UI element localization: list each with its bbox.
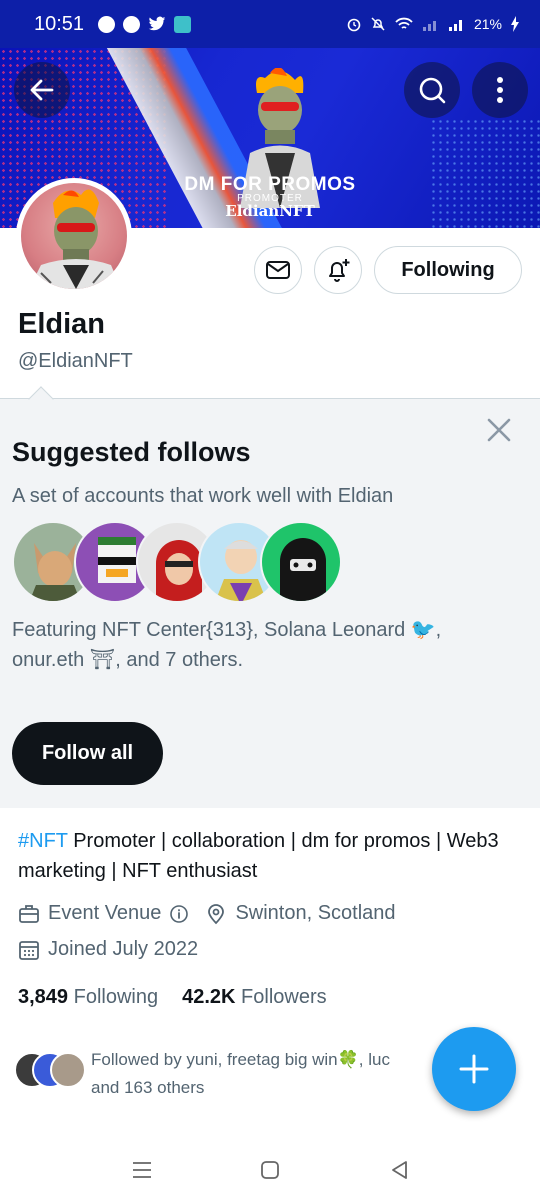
followed-by-section[interactable]: Followed by yuni, freetag big win🍀, luc …: [14, 1046, 444, 1106]
panel-caret: [28, 386, 54, 412]
follow-all-button[interactable]: Follow all: [12, 722, 163, 785]
suggested-follows-description: A set of accounts that work well with El…: [12, 485, 394, 507]
briefcase-icon: [19, 904, 39, 923]
followers-count: 42.2K: [182, 986, 236, 1008]
followed-by-avatar: [50, 1052, 86, 1088]
back-nav-icon[interactable]: [388, 1158, 412, 1182]
status-notification-icons: [98, 15, 192, 33]
followed-by-text: Followed by yuni, freetag big win🍀, luc …: [91, 1046, 441, 1102]
bell-plus-icon: [329, 259, 350, 282]
status-time: 10:51: [34, 12, 85, 35]
signal-icon-2: [448, 20, 462, 31]
following-count-link[interactable]: 3,849 Following: [18, 986, 158, 1009]
search-button[interactable]: [404, 62, 460, 118]
followers-count-label: Followers: [241, 986, 327, 1008]
suggested-follows-title: Suggested follows: [12, 437, 251, 467]
following-button[interactable]: Following: [374, 246, 522, 294]
following-count-label: Following: [73, 986, 159, 1008]
message-button[interactable]: [254, 246, 302, 294]
followed-by-line-2: and 163 others: [91, 1078, 205, 1097]
alarm-icon: [347, 18, 361, 32]
status-bar: 10:51 21%: [0, 0, 540, 48]
battery-level: 21%: [473, 16, 502, 32]
bio-text: Promoter | collaboration | dm for promos…: [18, 830, 499, 882]
messenger-icon: [98, 15, 116, 33]
notifications-button[interactable]: [314, 246, 362, 294]
recent-apps-icon[interactable]: [130, 1158, 154, 1182]
charging-icon: [511, 16, 519, 32]
mute-icon: [371, 17, 385, 31]
status-system-icons: 21%: [346, 16, 520, 32]
profile-display-name: Eldian: [18, 308, 106, 340]
compose-tweet-button[interactable]: [432, 1027, 516, 1111]
mail-icon: [266, 261, 290, 279]
arrow-left-icon: [30, 79, 54, 101]
profile-counts: 3,849 Following 42.2K Followers: [18, 986, 327, 1009]
back-button[interactable]: [14, 62, 70, 118]
profile-meta-row: Event Venue Swinton, Scotland: [18, 902, 396, 925]
profile-handle: @EldianNFT: [18, 350, 133, 372]
home-icon[interactable]: [258, 1158, 282, 1182]
twitter-icon: [148, 16, 166, 31]
avatar-image: [21, 183, 127, 289]
suggested-featuring-text: Featuring NFT Center{313}, Solana Leonar…: [12, 619, 442, 671]
signal-icon: [422, 21, 436, 31]
profile-location: Swinton, Scotland: [235, 902, 396, 924]
info-icon[interactable]: [169, 904, 189, 924]
following-count: 3,849: [18, 986, 69, 1008]
bio-hashtag-link[interactable]: #NFT: [18, 830, 68, 852]
location-pin-icon: [208, 903, 225, 924]
followed-by-line-1: Followed by yuni, freetag big win🍀, luc: [91, 1050, 390, 1069]
profile-joined-row: Joined July 2022: [18, 938, 198, 961]
more-options-button[interactable]: [472, 62, 528, 118]
search-icon: [419, 77, 446, 104]
chrome-icon: [123, 15, 141, 33]
more-vertical-icon: [497, 77, 503, 103]
suggested-avatar[interactable]: [260, 521, 342, 603]
profile-bio: #NFT Promoter | collaboration | dm for p…: [18, 826, 518, 886]
followers-count-link[interactable]: 42.2K Followers: [182, 986, 327, 1009]
followed-by-avatars: [14, 1052, 86, 1088]
profile-category: Event Venue: [48, 902, 162, 924]
plus-icon: [459, 1054, 489, 1084]
profile-avatar[interactable]: [16, 178, 132, 294]
suggested-avatars[interactable]: [12, 521, 342, 603]
calendar-icon: [19, 940, 39, 960]
suggested-follows-panel: Suggested follows A set of accounts that…: [0, 386, 540, 808]
wifi-icon: [395, 17, 413, 29]
app-icon: [174, 15, 192, 33]
android-navigation-bar: [0, 1140, 540, 1200]
profile-joined-date: Joined July 2022: [48, 938, 199, 960]
close-icon[interactable]: [484, 415, 514, 445]
